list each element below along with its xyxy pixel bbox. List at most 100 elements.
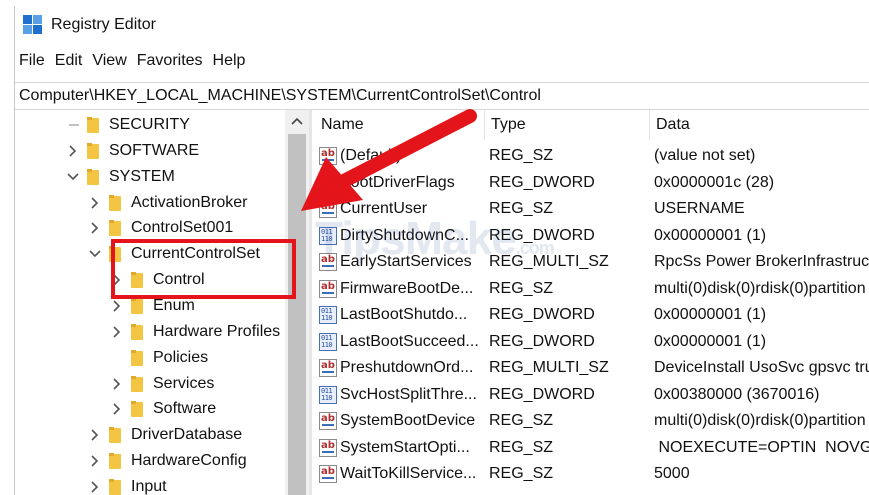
column-header-type[interactable]: Type — [485, 110, 650, 140]
value-row[interactable]: 011 110 LastBootShutdo... REG_DWORD 0x000000… — [315, 302, 869, 328]
registry-editor-window: Registry Editor File Edit View Favorites… — [14, 6, 869, 495]
value-name-cell: ab EarlyStartServices — [319, 249, 485, 275]
value-row[interactable]: ab FirmwareBootDe... REG_SZ multi(0)disk(0)… — [315, 276, 869, 302]
title-bar: Registry Editor — [15, 6, 869, 44]
value-row[interactable]: ab (Default) REG_SZ (value not set) — [315, 143, 869, 169]
menu-edit[interactable]: Edit — [51, 52, 89, 74]
tree-node-controlset001[interactable]: ControlSet001 — [87, 215, 233, 241]
value-type: REG_DWORD — [489, 385, 595, 403]
chevron-right-icon[interactable] — [87, 195, 103, 211]
scroll-thumb[interactable] — [288, 134, 306, 495]
tree-node-label: Enum — [153, 296, 195, 314]
chevron-right-icon[interactable] — [87, 479, 103, 495]
key-tree: SECURITY SOFTWARE SYSTEM ActivationBroker Co… — [15, 110, 285, 495]
column-header-name[interactable]: Name — [315, 110, 485, 140]
value-type: REG_SZ — [489, 147, 554, 164]
value-type: REG_MULTI_SZ — [489, 253, 609, 270]
value-name: SystemBootDevice — [340, 412, 476, 429]
value-row[interactable]: 011 110 DirtyShutdownC... REG_DWORD 0x000000… — [315, 223, 869, 249]
column-header-data[interactable]: Data — [650, 110, 869, 140]
value-name: PreshutdownOrd... — [340, 359, 474, 376]
value-name-cell: ab SystemBootDevice — [319, 408, 485, 434]
tree-node-software[interactable]: Software — [109, 396, 216, 422]
value-data: 0x00380000 (3670016) — [654, 385, 820, 403]
value-type: REG_SZ — [489, 412, 554, 429]
value-row[interactable]: 011 110 LastBootSucceed... REG_DWORD 0x00000… — [315, 329, 869, 355]
chevron-right-icon[interactable] — [65, 143, 81, 159]
tree-node-label: Policies — [153, 348, 209, 366]
chevron-right-icon[interactable] — [109, 376, 125, 392]
tree-node-label: SOFTWARE — [109, 141, 200, 159]
value-type: REG_DWORD — [489, 226, 595, 244]
value-type: REG_SZ — [489, 279, 554, 297]
value-name-cell: 011 110 LastBootShutdo... — [319, 302, 485, 328]
value-row[interactable]: 011 110 SvcHostSplitThre... REG_DWORD 0x0038… — [315, 382, 869, 408]
string-value-icon: ab — [319, 147, 337, 165]
tree-node-label: HardwareConfig — [131, 452, 247, 470]
value-name-cell: 011 110 BootDriverFlags — [319, 170, 485, 196]
value-name: LastBootShutdo... — [340, 306, 468, 323]
value-row[interactable]: ab CurrentUser REG_SZ USERNAME — [315, 196, 869, 222]
value-row[interactable]: ab EarlyStartServices REG_MULTI_SZ RpcSs Po… — [315, 249, 869, 275]
tree-node-currentcontrolset[interactable]: CurrentControlSet — [87, 241, 260, 267]
value-type: REG_DWORD — [489, 306, 595, 323]
tree-node-label: CurrentControlSet — [131, 245, 260, 263]
tree-node-input[interactable]: Input — [87, 474, 167, 495]
menu-view[interactable]: View — [88, 52, 132, 74]
string-value-icon: ab — [319, 438, 337, 457]
pane-splitter[interactable] — [309, 110, 312, 495]
value-data: (value not set) — [654, 147, 756, 164]
tree-node-label: Control — [153, 271, 205, 289]
value-name-cell: ab SystemStartOpti... — [319, 435, 485, 461]
string-value-icon: ab — [319, 253, 337, 271]
binary-value-icon: 011 110 — [319, 306, 337, 324]
value-row[interactable]: ab SystemStartOpti... REG_SZ NOEXECUTE=OPT… — [315, 435, 869, 461]
value-data: NOEXECUTE=OPTIN NOVGA — [654, 438, 869, 456]
tree-node-hardware-profiles[interactable]: Hardware Profiles — [109, 319, 280, 345]
value-name-cell: ab WaitToKillService... — [319, 461, 485, 487]
scroll-up-icon[interactable] — [285, 110, 309, 132]
tree-node-system[interactable]: SYSTEM — [65, 164, 175, 190]
value-row[interactable]: ab WaitToKillService... REG_SZ 5000 — [315, 461, 869, 487]
binary-value-icon: 011 110 — [319, 332, 337, 351]
tree-node-hardwareconfig[interactable]: HardwareConfig — [87, 448, 247, 474]
value-name-cell: 011 110 SvcHostSplitThre... — [319, 382, 485, 408]
tree-node-label: Software — [153, 400, 217, 418]
tree-node-software[interactable]: SOFTWARE — [65, 138, 199, 164]
string-value-icon: ab — [319, 465, 337, 483]
value-type: REG_SZ — [489, 200, 554, 217]
string-value-icon: ab — [319, 279, 337, 298]
value-name-cell: 011 110 DirtyShutdownC... — [319, 223, 485, 249]
value-row[interactable]: 011 110 BootDriverFlags REG_DWORD 0x0000001c… — [315, 170, 869, 196]
menu-favorites[interactable]: Favorites — [133, 52, 209, 74]
tree-node-driverdatabase[interactable]: DriverDatabase — [87, 422, 242, 448]
value-data: 0x00000001 (1) — [654, 306, 767, 323]
value-type: REG_DWORD — [489, 332, 595, 350]
tree-node-control[interactable]: Control — [109, 267, 205, 293]
tree-node-security[interactable]: SECURITY — [65, 112, 190, 138]
chevron-down-icon[interactable] — [87, 246, 103, 262]
value-data: 0x00000001 (1) — [654, 332, 767, 350]
value-type: REG_DWORD — [489, 173, 595, 191]
tree-node-enum[interactable]: Enum — [109, 293, 195, 319]
value-data: 0x00000001 (1) — [654, 226, 767, 244]
tree-scrollbar[interactable] — [285, 110, 309, 495]
chevron-down-icon[interactable] — [65, 169, 81, 185]
menu-help[interactable]: Help — [209, 52, 252, 74]
chevron-right-icon[interactable] — [109, 401, 125, 417]
value-name: SvcHostSplitThre... — [340, 385, 477, 403]
address-bar[interactable]: Computer\HKEY_LOCAL_MACHINE\SYSTEM\Curre… — [15, 82, 869, 110]
chevron-right-icon[interactable] — [87, 427, 103, 443]
tree-node-label: SYSTEM — [109, 167, 175, 185]
chevron-right-icon[interactable] — [87, 453, 103, 469]
chevron-right-icon[interactable] — [87, 220, 103, 236]
window-title: Registry Editor — [51, 16, 156, 33]
value-data: 5000 — [654, 465, 690, 482]
tree-node-policies[interactable]: Policies — [109, 345, 208, 371]
value-data: 0x0000001c (28) — [654, 173, 775, 191]
value-name-cell: ab (Default) — [319, 143, 485, 169]
menu-file[interactable]: File — [15, 52, 51, 74]
value-row[interactable]: ab SystemBootDevice REG_SZ multi(0)disk(0)r… — [315, 408, 869, 434]
value-row[interactable]: ab PreshutdownOrd... REG_MULTI_SZ DeviceIns… — [315, 355, 869, 381]
tree-node-services[interactable]: Services — [109, 371, 214, 397]
